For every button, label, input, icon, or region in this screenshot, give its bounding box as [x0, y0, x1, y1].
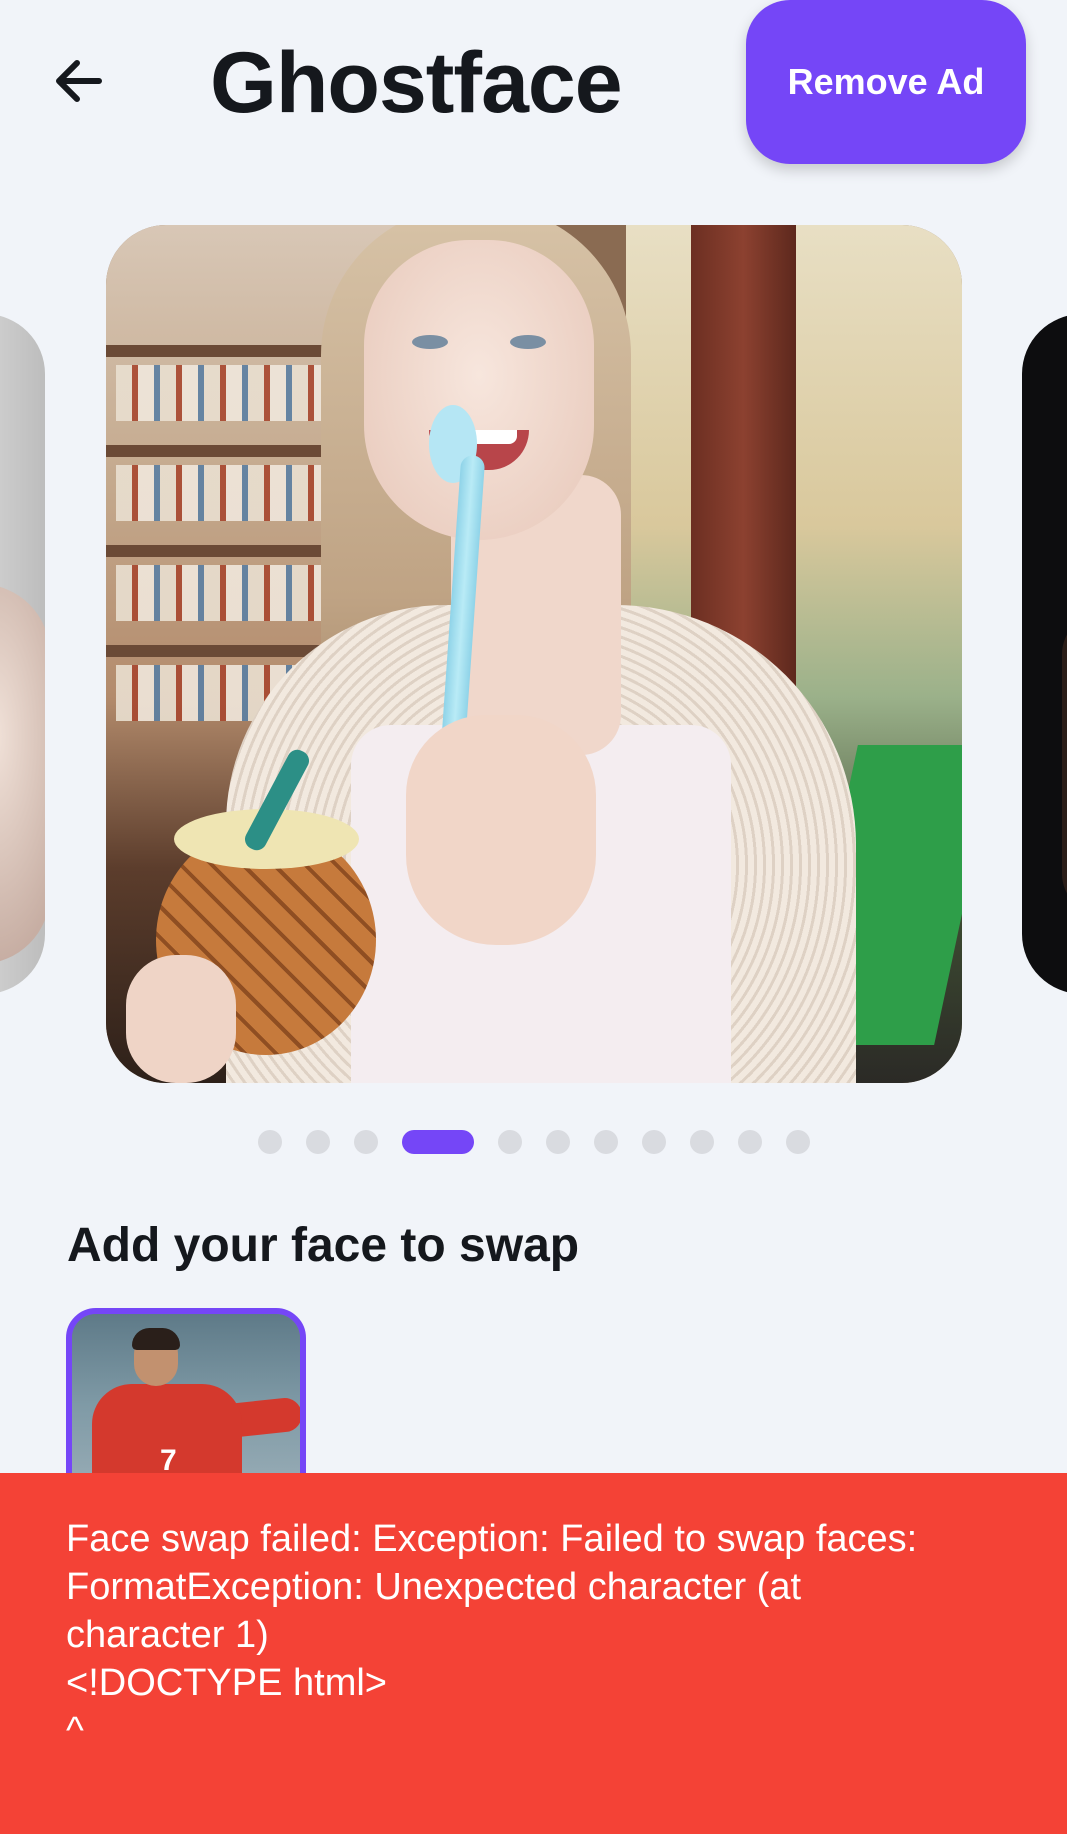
holding-hand — [126, 955, 236, 1083]
page-dot[interactable] — [690, 1130, 714, 1154]
page-dot[interactable] — [738, 1130, 762, 1154]
page-dot[interactable] — [354, 1130, 378, 1154]
page-title: Ghostface — [210, 35, 623, 131]
thumb-hair — [132, 1328, 180, 1350]
hand-shape — [406, 715, 596, 945]
carousel-slide-next[interactable] — [1022, 314, 1067, 994]
template-carousel[interactable] — [0, 222, 1067, 1088]
error-snackbar: Face swap failed: Exception: Failed to s… — [0, 1473, 1067, 1834]
slide-image-next — [1062, 614, 1067, 914]
carousel-slide-current[interactable] — [106, 225, 962, 1083]
page-dot[interactable] — [786, 1130, 810, 1154]
page-dot[interactable] — [594, 1130, 618, 1154]
page-dot[interactable] — [258, 1130, 282, 1154]
page-dot[interactable] — [306, 1130, 330, 1154]
section-title: Add your face to swap — [67, 1219, 580, 1272]
page-dot[interactable] — [546, 1130, 570, 1154]
page-dot[interactable] — [498, 1130, 522, 1154]
arrow-left-icon — [56, 60, 102, 102]
slide-image-previous — [0, 584, 45, 964]
back-button[interactable] — [44, 46, 114, 116]
carousel-slide-previous[interactable] — [0, 314, 45, 994]
page-dot[interactable] — [642, 1130, 666, 1154]
app-bar: Ghostface Remove Ad — [0, 0, 1067, 170]
carousel-page-indicator — [0, 1130, 1067, 1154]
page-dot-active[interactable] — [402, 1130, 474, 1154]
error-message: Face swap failed: Exception: Failed to s… — [66, 1518, 918, 1752]
remove-ad-button[interactable]: Remove Ad — [746, 0, 1026, 164]
